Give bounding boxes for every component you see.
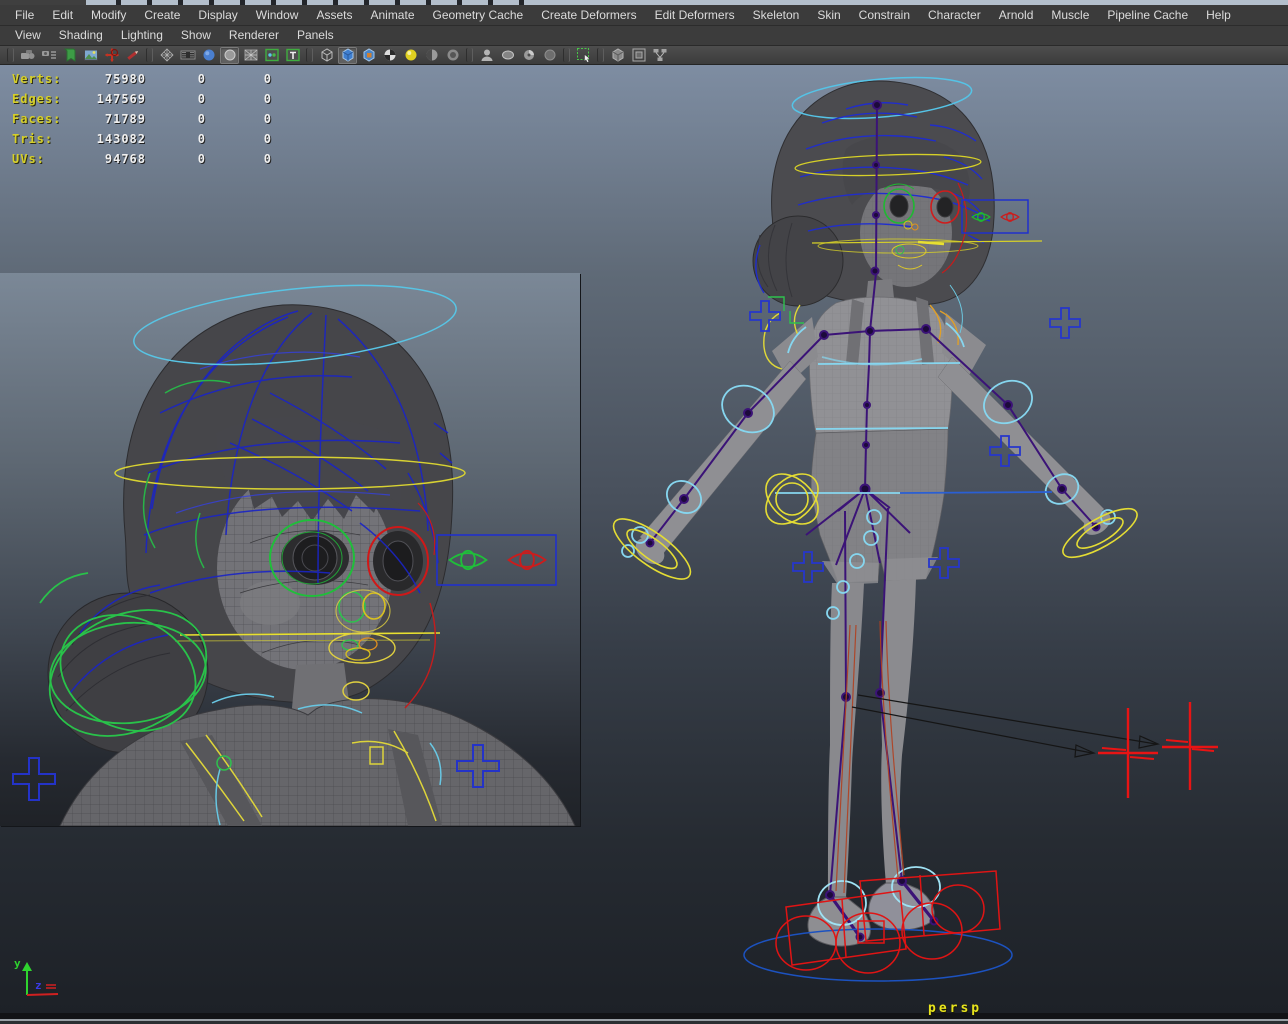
menu-animate[interactable]: Animate: [361, 6, 423, 25]
axis-z-label: z: [35, 979, 42, 992]
camera-name-label: persp: [928, 1001, 983, 1016]
hud-row-tris: Tris: 143082 0 0: [12, 132, 272, 146]
menu-create[interactable]: Create: [135, 6, 189, 25]
xray-joints-icon[interactable]: [519, 47, 538, 64]
toolbar-separator: [7, 48, 14, 62]
grid-icon[interactable]: [157, 47, 176, 64]
field-chart-icon[interactable]: [241, 47, 260, 64]
heads-up-display: Verts: 75980 0 0 Edges: 147569 0 0 Faces: 71789…: [12, 69, 272, 169]
menu-geometry-cache[interactable]: Geometry Cache: [424, 6, 533, 25]
menu-edit-deformers[interactable]: Edit Deformers: [646, 6, 744, 25]
toolbar-separator: [466, 48, 473, 62]
panel-menu-lighting[interactable]: Lighting: [112, 26, 172, 45]
menu-assets[interactable]: Assets: [307, 6, 361, 25]
smooth-shade-icon[interactable]: [338, 46, 357, 64]
toolbar-separator: [306, 48, 313, 62]
inset-eye-control-box[interactable]: [436, 534, 557, 586]
panel-toolbar: [0, 46, 1288, 65]
menu-create-deformers[interactable]: Create Deformers: [532, 6, 645, 25]
camera-attributes-icon[interactable]: [39, 47, 58, 64]
safe-action-icon[interactable]: [262, 47, 281, 64]
viewport-persp[interactable]: Verts: 75980 0 0 Edges: 147569 0 0 Faces: 71789…: [0, 65, 1288, 1016]
shelf-edge: [0, 0, 1288, 5]
menu-window[interactable]: Window: [247, 6, 308, 25]
bookmarks-icon[interactable]: [60, 47, 79, 64]
view-axis-gizmo: y z: [14, 957, 59, 996]
menu-help[interactable]: Help: [1197, 6, 1240, 25]
menu-edit[interactable]: Edit: [43, 6, 82, 25]
pan-zoom-icon[interactable]: [102, 47, 121, 64]
use-default-material-icon[interactable]: [380, 47, 399, 64]
shelf-tab-remnants: [90, 0, 530, 5]
right-eye-control-icon[interactable]: [1000, 211, 1020, 223]
scene-assembly-icon[interactable]: [608, 47, 627, 64]
select-camera-icon[interactable]: [18, 47, 37, 64]
wireframe-icon[interactable]: [317, 47, 336, 64]
menu-file[interactable]: File: [6, 6, 43, 25]
frame-selection-icon[interactable]: [629, 47, 648, 64]
inset-character: [47, 304, 576, 826]
isolate-select-icon[interactable]: [477, 47, 496, 64]
menu-display[interactable]: Display: [189, 6, 246, 25]
panel-menu-panels[interactable]: Panels: [288, 26, 343, 45]
character-rig-inset-view: [12, 284, 576, 826]
hud-row-verts: Verts: 75980 0 0: [12, 72, 272, 86]
toolbar-separator: [597, 48, 604, 62]
object-selection-icon[interactable]: [574, 47, 593, 64]
inset-right-eye-icon[interactable]: [507, 549, 547, 571]
shadows-icon[interactable]: [422, 47, 441, 64]
hud-row-faces: Faces: 71789 0 0: [12, 112, 272, 126]
film-gate-icon[interactable]: [178, 47, 197, 64]
window-bottom-edge: [0, 1013, 1288, 1024]
resolution-gate-icon[interactable]: [199, 47, 218, 64]
inset-left-eye-icon[interactable]: [448, 549, 488, 571]
lights-icon[interactable]: [401, 47, 420, 64]
panel-menubar: View Shading Lighting Show Renderer Pane…: [0, 26, 1288, 46]
panel-menu-view[interactable]: View: [6, 26, 50, 45]
hud-row-uvs: UVs: 94768 0 0: [12, 152, 272, 166]
menu-character[interactable]: Character: [919, 6, 990, 25]
safe-title-icon[interactable]: [283, 47, 302, 64]
ambient-occlusion-icon[interactable]: [443, 47, 462, 64]
gate-mask-icon[interactable]: [220, 46, 239, 64]
character-body: [635, 80, 1111, 947]
panel-menu-renderer[interactable]: Renderer: [220, 26, 288, 45]
textured-icon[interactable]: [359, 47, 378, 64]
root-control-circle[interactable]: [743, 928, 1013, 982]
menu-muscle[interactable]: Muscle: [1042, 6, 1098, 25]
menu-pipeline-cache[interactable]: Pipeline Cache: [1098, 6, 1197, 25]
plugin-shading-icon[interactable]: [540, 47, 559, 64]
menu-constrain[interactable]: Constrain: [850, 6, 919, 25]
menu-modify[interactable]: Modify: [82, 6, 135, 25]
panel-menu-show[interactable]: Show: [172, 26, 220, 45]
xray-icon[interactable]: [498, 47, 517, 64]
axis-y-label: y: [14, 957, 21, 970]
camera-inset-view[interactable]: [0, 273, 580, 826]
image-plane-icon[interactable]: [81, 47, 100, 64]
toolbar-separator: [563, 48, 570, 62]
menu-skeleton[interactable]: Skeleton: [744, 6, 809, 25]
hypergraph-icon[interactable]: [650, 47, 669, 64]
pole-vector-crosses[interactable]: [1098, 702, 1218, 798]
maya-window: File Edit Modify Create Display Window A…: [0, 0, 1288, 1024]
panel-menu-shading[interactable]: Shading: [50, 26, 112, 45]
hud-row-edges: Edges: 147569 0 0: [12, 92, 272, 106]
menu-arnold[interactable]: Arnold: [990, 6, 1043, 25]
grease-pencil-icon[interactable]: [123, 47, 142, 64]
main-menubar: File Edit Modify Create Display Window A…: [0, 5, 1288, 26]
toolbar-separator: [146, 48, 153, 62]
menu-skin[interactable]: Skin: [808, 6, 849, 25]
